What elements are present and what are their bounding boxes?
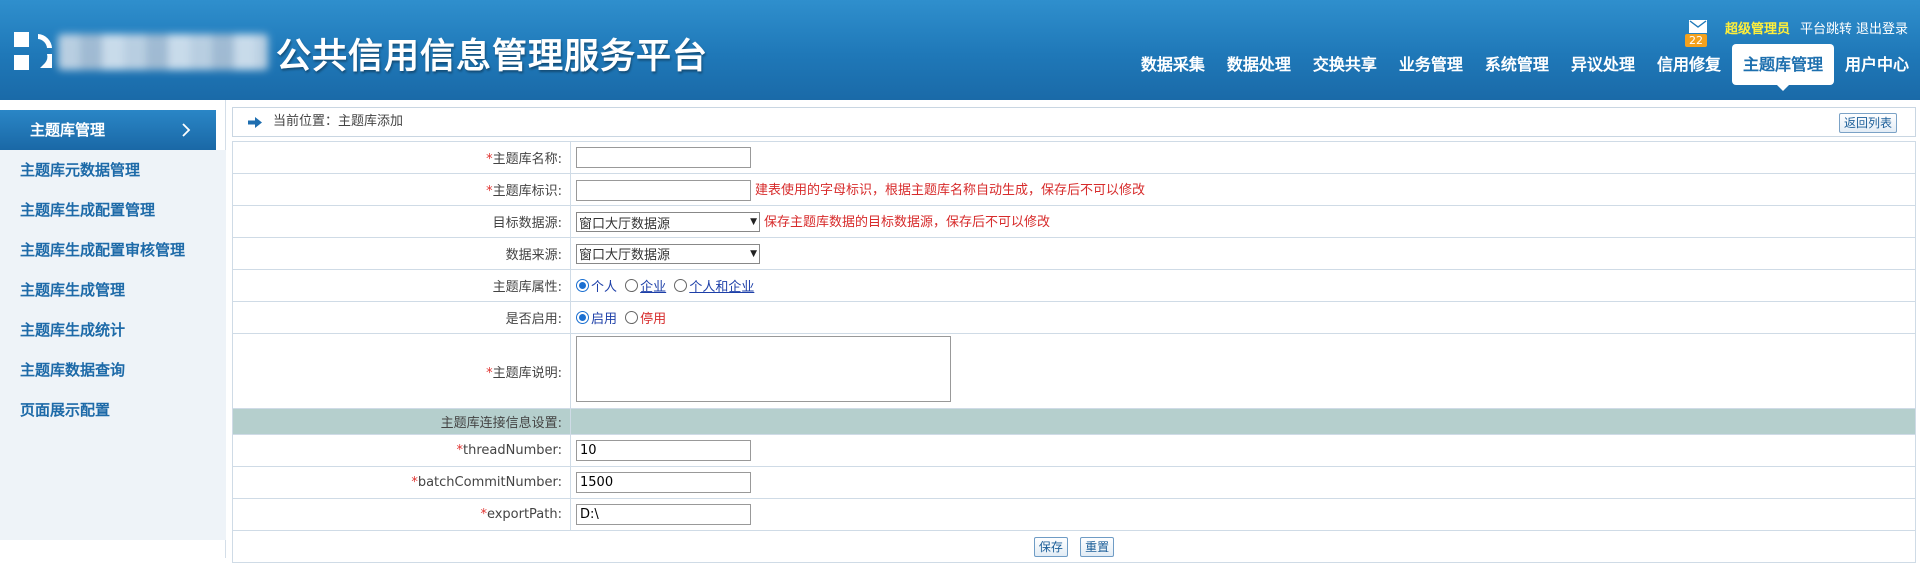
export-path-input[interactable] (576, 504, 751, 525)
nav-theme-library[interactable]: 主题库管理 (1731, 44, 1834, 91)
nav-data-collection[interactable]: 数据采集 (1130, 44, 1216, 86)
sidebar-item-gen-config[interactable]: 主题库生成配置管理 (0, 190, 226, 230)
field-label: *exportPath: (232, 498, 571, 531)
form-row: 主题库属性: 个人 企业 个人和企业 (232, 269, 1916, 302)
nav-objection[interactable]: 异议处理 (1560, 44, 1646, 86)
form-row: *threadNumber: (232, 434, 1916, 467)
main-content: 当前位置：主题库添加 返回列表 *主题库名称: *主题库标识: 建表使用的字母标… (232, 107, 1916, 563)
sidebar-heading-label: 主题库管理 (30, 121, 106, 139)
field-label: 目标数据源: (232, 205, 571, 238)
field-label: 是否启用: (232, 301, 571, 334)
sidebar-item-gen-stats[interactable]: 主题库生成统计 (0, 310, 226, 350)
field-label: *batchCommitNumber: (232, 466, 571, 499)
sidebar-item-metadata[interactable]: 主题库元数据管理 (0, 150, 226, 190)
field-label: 数据来源: (232, 237, 571, 270)
field-label: *主题库标识: (232, 173, 571, 206)
nav-credit-repair[interactable]: 信用修复 (1646, 44, 1732, 86)
nav-business[interactable]: 业务管理 (1388, 44, 1474, 86)
main-nav: 数据采集 数据处理 交换共享 业务管理 系统管理 异议处理 信用修复 主题库管理… (1130, 44, 1920, 91)
nav-system[interactable]: 系统管理 (1474, 44, 1560, 86)
sidebar-item-gen-config-review[interactable]: 主题库生成配置审核管理 (0, 230, 226, 270)
form-row: *exportPath: (232, 498, 1916, 531)
theme-code-input[interactable] (576, 179, 751, 201)
sidebar-heading[interactable]: 主题库管理 (0, 110, 216, 150)
section-label: 主题库连接信息设置: (232, 408, 571, 435)
save-button[interactable]: 保存 (1033, 536, 1068, 557)
sidebar-menu: 主题库元数据管理 主题库生成配置管理 主题库生成配置审核管理 主题库生成管理 主… (0, 150, 226, 540)
batch-commit-number-input[interactable] (576, 472, 751, 493)
theme-form: *主题库名称: *主题库标识: 建表使用的字母标识，根据主题库名称自动生成，保存… (232, 141, 1916, 563)
nav-user-center[interactable]: 用户中心 (1834, 44, 1920, 86)
mail-icon (1688, 19, 1707, 33)
logout-link[interactable]: 退出登录 (1856, 18, 1908, 37)
code-hint: 建表使用的字母标识，根据主题库名称自动生成，保存后不可以修改 (755, 182, 1146, 198)
chevron-down-icon: ▼ (750, 248, 757, 259)
chevron-right-icon (182, 123, 191, 137)
form-row: *主题库说明: (232, 333, 1916, 409)
field-label: *主题库名称: (232, 141, 571, 174)
breadcrumb-text: 当前位置：主题库添加 (273, 114, 404, 129)
platform-jump-link[interactable]: 平台跳转 (1800, 18, 1852, 37)
logo-icon (14, 32, 52, 70)
field-label: *threadNumber: (232, 434, 571, 467)
form-row: 数据来源: 窗口大厅数据源 ▼ (232, 237, 1916, 270)
sidebar-item-data-query[interactable]: 主题库数据查询 (0, 350, 226, 390)
section-header: 主题库连接信息设置: (232, 408, 1916, 435)
breadcrumb: 当前位置：主题库添加 返回列表 (232, 107, 1916, 137)
reset-button[interactable]: 重置 (1080, 536, 1115, 557)
blurred-region-name (58, 34, 268, 70)
form-row: 是否启用: 启用 停用 (232, 301, 1916, 334)
site-title: 公共信用信息管理服务平台 (276, 37, 709, 77)
theme-name-input[interactable] (576, 147, 751, 168)
form-row: *主题库标识: 建表使用的字母标识，根据主题库名称自动生成，保存后不可以修改 (232, 173, 1916, 206)
mail-button[interactable]: 22 (1684, 19, 1709, 47)
arrow-right-icon (248, 117, 262, 128)
sidebar: 主题库管理 主题库元数据管理 主题库生成配置管理 主题库生成配置审核管理 主题库… (0, 100, 226, 558)
thread-number-input[interactable] (576, 440, 751, 461)
attr-radio-personal[interactable]: 个人 (576, 276, 617, 295)
chevron-down-icon: ▼ (750, 217, 757, 228)
target-hint: 保存主题库数据的目标数据源，保存后不可以修改 (764, 214, 1051, 230)
nav-data-processing[interactable]: 数据处理 (1216, 44, 1302, 86)
source-datasource-select[interactable]: 窗口大厅数据源 ▼ (576, 243, 760, 264)
attr-radio-both[interactable]: 个人和企业 (674, 276, 754, 295)
username[interactable]: 超级管理员 (1725, 18, 1790, 37)
theme-description-textarea[interactable] (576, 336, 951, 402)
field-label: *主题库说明: (232, 333, 571, 409)
field-label: 主题库属性: (232, 269, 571, 302)
back-to-list-button[interactable]: 返回列表 (1838, 113, 1897, 133)
target-datasource-select[interactable]: 窗口大厅数据源 ▼ (576, 212, 760, 233)
top-header: 公共信用信息管理服务平台 22 超级管理员 平台跳转 退出登录 数据采集 数据处… (0, 0, 1920, 100)
enabled-radio-off[interactable]: 停用 (625, 308, 666, 327)
nav-exchange-share[interactable]: 交换共享 (1302, 44, 1388, 86)
enabled-radio-on[interactable]: 启用 (576, 308, 617, 327)
attr-radio-enterprise[interactable]: 企业 (625, 276, 666, 295)
sidebar-item-gen-manage[interactable]: 主题库生成管理 (0, 270, 226, 310)
form-row: *主题库名称: (232, 141, 1916, 174)
form-row: 目标数据源: 窗口大厅数据源 ▼ 保存主题库数据的目标数据源，保存后不可以修改 (232, 205, 1916, 238)
user-toolbar: 22 超级管理员 平台跳转 退出登录 (1684, 18, 1908, 47)
form-row: *batchCommitNumber: (232, 466, 1916, 499)
sidebar-item-page-display[interactable]: 页面展示配置 (0, 390, 226, 430)
